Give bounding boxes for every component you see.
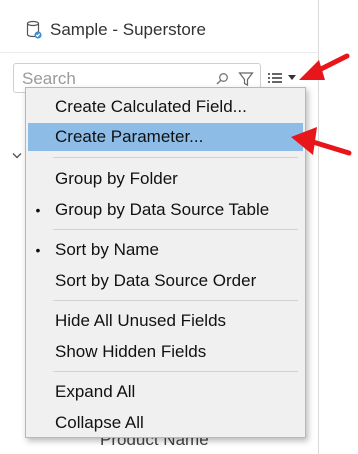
menu-item-group-by-data-source-table[interactable]: • Group by Data Source Table xyxy=(28,196,303,224)
menu-item-bullet: • xyxy=(35,202,41,218)
menu-item-sort-by-name[interactable]: • Sort by Name xyxy=(28,236,303,264)
header-divider xyxy=(0,52,318,53)
list-view-icon xyxy=(268,73,282,83)
menu-item-create-parameter[interactable]: Create Parameter... xyxy=(28,123,303,151)
field-view-context-menu: Create Calculated Field... Create Parame… xyxy=(25,87,306,438)
menu-item-group-by-folder[interactable]: Group by Folder xyxy=(28,165,303,193)
menu-item-bullet: • xyxy=(35,242,41,258)
menu-item-label: Collapse All xyxy=(55,413,144,432)
menu-item-expand-all[interactable]: Expand All xyxy=(28,378,303,406)
menu-item-label: Create Parameter... xyxy=(55,127,204,146)
menu-item-hide-all-unused-fields[interactable]: Hide All Unused Fields xyxy=(28,307,303,335)
datasource-name: Sample - Superstore xyxy=(50,20,206,39)
annotation-arrow-icon xyxy=(291,127,352,156)
menu-separator xyxy=(53,157,298,158)
menu-item-label: Show Hidden Fields xyxy=(55,342,207,361)
menu-item-sort-by-data-source-order[interactable]: Sort by Data Source Order xyxy=(28,267,303,295)
filter-icon[interactable] xyxy=(238,71,254,87)
search-icon[interactable] xyxy=(215,72,229,86)
menu-separator xyxy=(53,371,298,372)
menu-item-label: Create Calculated Field... xyxy=(55,97,247,116)
menu-item-label: Expand All xyxy=(55,382,136,401)
datasource-cylinder-icon xyxy=(26,20,42,39)
menu-item-label: Sort by Data Source Order xyxy=(55,271,257,290)
menu-item-collapse-all[interactable]: Collapse All xyxy=(28,409,303,437)
menu-item-label: Group by Data Source Table xyxy=(55,200,270,219)
menu-separator xyxy=(53,300,298,301)
menu-item-label: Group by Folder xyxy=(55,169,178,188)
menu-item-create-calculated-field[interactable]: Create Calculated Field... xyxy=(28,93,303,121)
datasource-header[interactable]: Sample - Superstore xyxy=(26,18,206,42)
menu-item-label: Hide All Unused Fields xyxy=(55,311,227,330)
collapse-chevron-icon[interactable] xyxy=(12,152,22,160)
menu-separator xyxy=(53,229,298,230)
menu-item-show-hidden-fields[interactable]: Show Hidden Fields xyxy=(28,338,303,366)
menu-item-label: Sort by Name xyxy=(55,240,159,259)
annotation-arrow-icon xyxy=(299,53,350,80)
